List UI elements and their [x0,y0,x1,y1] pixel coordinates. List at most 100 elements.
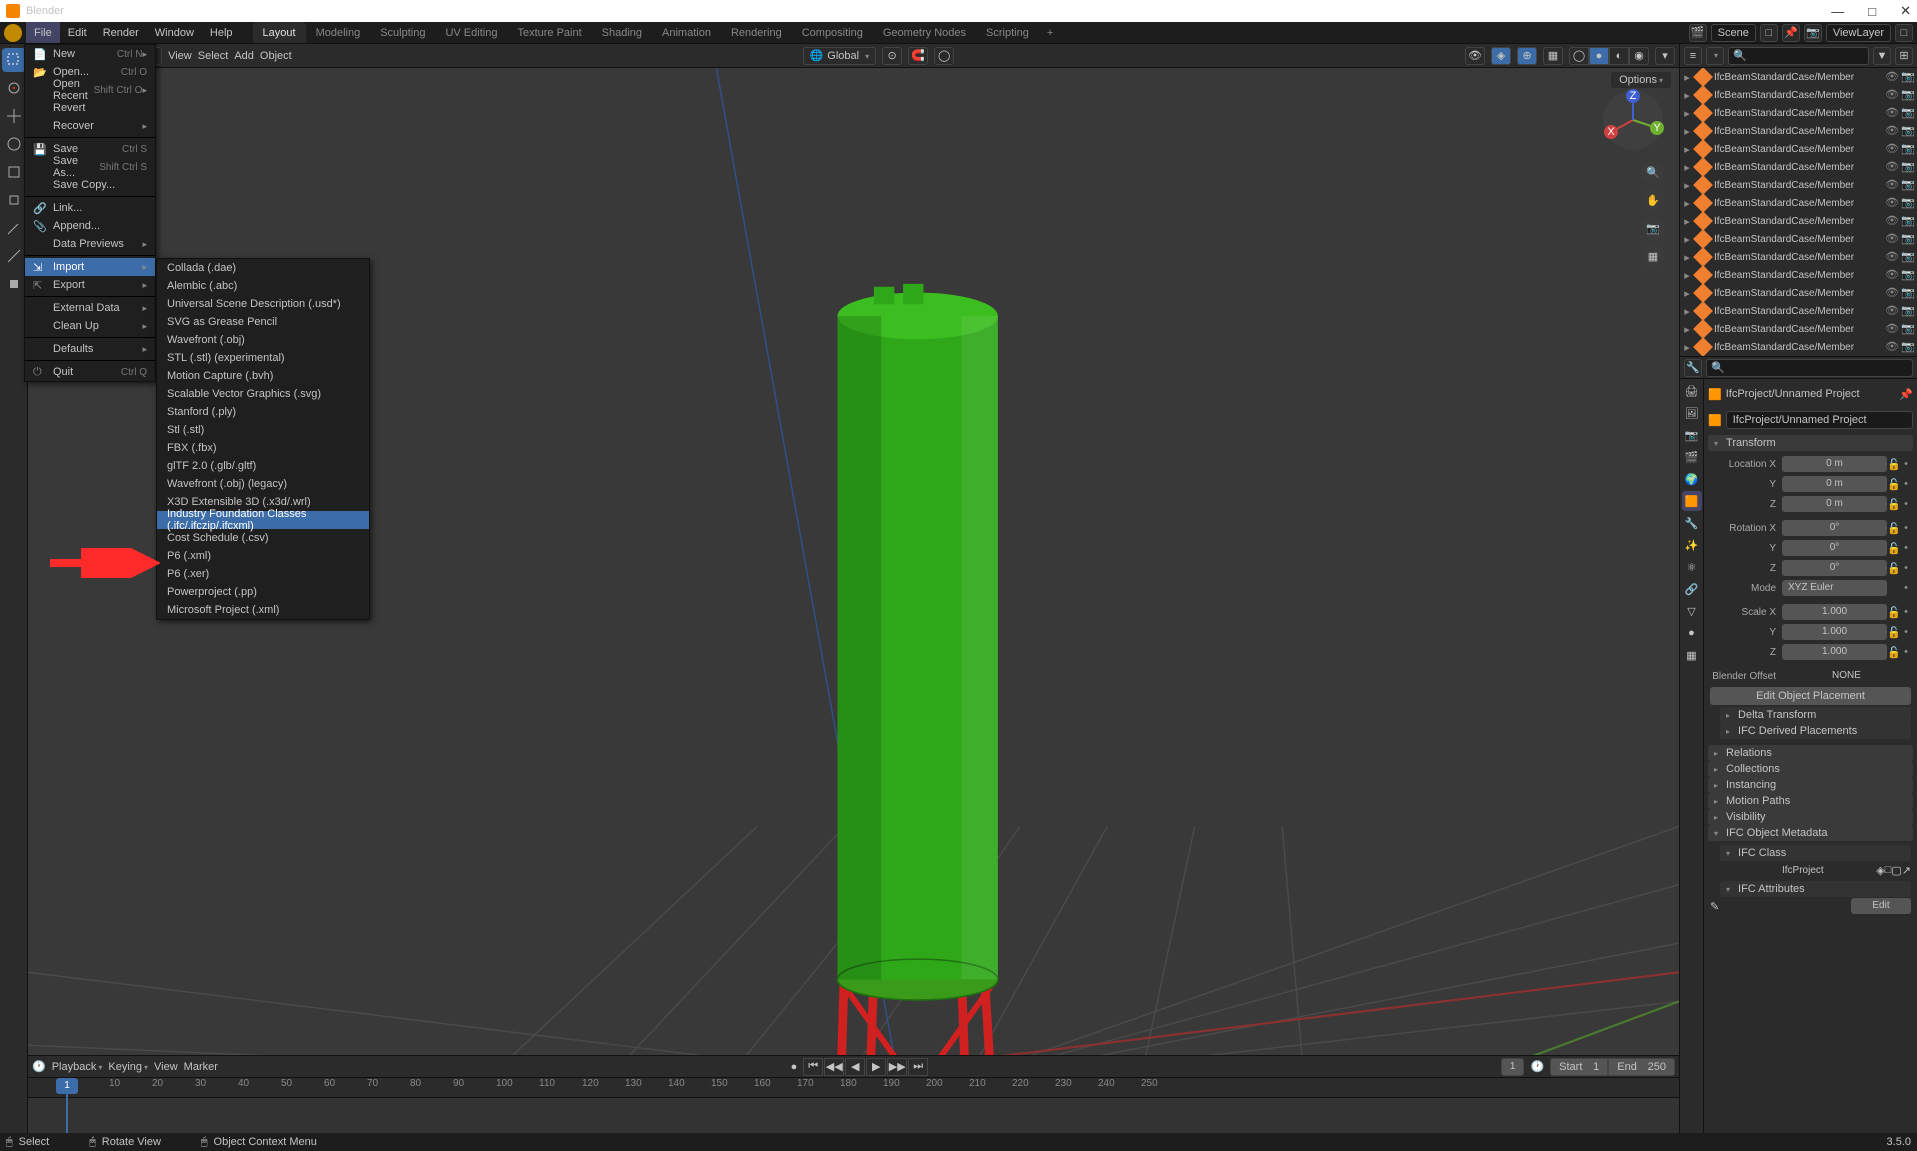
outliner-row[interactable]: ▸IfcBeamStandardCase/Member👁📷 [1680,86,1917,104]
tool-select[interactable] [2,48,26,72]
timeline-track[interactable]: 1102030405060708090100110120130140150160… [28,1078,1679,1133]
minimize-button[interactable]: — [1831,4,1844,19]
maximize-button[interactable]: □ [1868,4,1876,19]
import-menu-item[interactable]: Powerproject (.pp) [157,583,369,601]
outliner-row[interactable]: ▸IfcBeamStandardCase/Member👁📷 [1680,194,1917,212]
import-menu-item[interactable]: Stanford (.ply) [157,403,369,421]
shading-wireframe[interactable]: ◯ [1569,47,1589,65]
nav-gizmo[interactable]: X Y Z [1601,88,1665,152]
nav-zoom-icon[interactable]: 🔍 [1641,160,1665,184]
proptab-data[interactable]: ▽ [1682,601,1702,621]
tool-transform[interactable] [2,188,26,212]
file-menu-item[interactable]: Open RecentShift Ctrl O [25,81,155,99]
file-menu-item[interactable]: Recover [25,117,155,135]
start-frame-field[interactable]: Start 1 [1550,1058,1608,1076]
loc-z[interactable]: 0 m [1782,496,1887,512]
jump-start-button[interactable]: ⏮ [803,1058,823,1076]
import-menu-item[interactable]: Industry Foundation Classes (.ifc/.ifczi… [157,511,369,529]
orientation-dropdown[interactable]: 🌐Global [803,47,877,65]
timeline-editor-type[interactable]: 🕐 [32,1060,46,1073]
select-menu[interactable]: Select [198,50,229,62]
scale-y[interactable]: 1.000 [1782,624,1887,640]
nav-perspective-icon[interactable]: ▦ [1641,244,1665,268]
file-menu-item[interactable]: External Data [25,299,155,317]
timeline-marker-menu[interactable]: Marker [184,1061,218,1073]
file-menu-item[interactable]: ⏻QuitCtrl Q [25,363,155,381]
play-reverse-button[interactable]: ◀ [845,1058,865,1076]
file-menu-item[interactable]: 📎Append... [25,217,155,235]
nav-pan-icon[interactable]: ✋ [1641,188,1665,212]
file-menu-item[interactable]: 📄NewCtrl N [25,45,155,63]
import-menu-item[interactable]: glTF 2.0 (.glb/.gltf) [157,457,369,475]
nav-camera-icon[interactable]: 📷 [1641,216,1665,240]
viewport-options[interactable]: Options [1611,72,1671,88]
proptab-viewlayer[interactable]: 📷 [1682,425,1702,445]
file-menu-item[interactable]: ⇱Export [25,276,155,294]
rot-mode[interactable]: XYZ Euler [1782,580,1887,596]
tab-scripting[interactable]: Scripting [976,22,1039,43]
tool-rotate[interactable] [2,132,26,156]
tool-move[interactable] [2,104,26,128]
frame-lock-icon[interactable]: 🕐 [1530,1060,1544,1073]
panel-delta-transform[interactable]: Delta Transform [1720,707,1911,723]
outliner-display-mode[interactable] [1706,47,1724,65]
outliner-row[interactable]: ▸IfcBeamStandardCase/Member👁📷 [1680,338,1917,356]
outliner-row[interactable]: ▸IfcBeamStandardCase/Member👁📷 [1680,104,1917,122]
viewlayer-name-field[interactable]: ViewLayer [1826,24,1891,42]
tab-shading[interactable]: Shading [592,22,652,43]
outliner-row[interactable]: ▸IfcBeamStandardCase/Member👁📷 [1680,140,1917,158]
outliner-row[interactable]: ▸IfcBeamStandardCase/Member👁📷 [1680,284,1917,302]
outliner-row[interactable]: ▸IfcBeamStandardCase/Member👁📷 [1680,158,1917,176]
tool-annotate[interactable] [2,216,26,240]
outliner-row[interactable]: ▸IfcBeamStandardCase/Member👁📷 [1680,176,1917,194]
loc-x[interactable]: 0 m [1782,456,1887,472]
panel-transform[interactable]: Transform [1708,435,1913,451]
viewlayer-browse-button[interactable]: 📷 [1804,24,1822,42]
import-menu-item[interactable]: Wavefront (.obj) (legacy) [157,475,369,493]
ifc-edit-icon[interactable]: ✎ [1710,900,1719,913]
import-menu-item[interactable]: FBX (.fbx) [157,439,369,457]
file-menu-item[interactable]: Save As...Shift Ctrl S [25,158,155,176]
import-menu-item[interactable]: Alembic (.abc) [157,277,369,295]
proptab-constraints[interactable]: 🔗 [1682,579,1702,599]
autokey-button[interactable]: ● [791,1061,798,1073]
shading-rendered[interactable]: ◉ [1629,47,1649,65]
panel-ifc-metadata[interactable]: IFC Object Metadata [1708,825,1913,841]
visibility-button[interactable]: 👁 [1465,47,1485,65]
tool-measure[interactable] [2,244,26,268]
import-menu-item[interactable]: SVG as Grease Pencil [157,313,369,331]
snap-button[interactable]: 🧲 [908,47,928,65]
tab-layout[interactable]: Layout [253,22,306,43]
proptab-object[interactable]: 🟧 [1682,491,1702,511]
prev-key-button[interactable]: ◀◀ [824,1058,844,1076]
tool-scale[interactable] [2,160,26,184]
menu-edit[interactable]: Edit [60,22,95,43]
outliner-row[interactable]: ▸IfcBeamStandardCase/Member👁📷 [1680,122,1917,140]
import-menu-item[interactable]: Collada (.dae) [157,259,369,277]
import-menu-item[interactable]: Universal Scene Description (.usd*) [157,295,369,313]
menu-help[interactable]: Help [202,22,241,43]
rot-x[interactable]: 0° [1782,520,1887,536]
tab-modeling[interactable]: Modeling [306,22,371,43]
ifc-class-btn1[interactable]: ◈ [1876,864,1884,877]
blender-icon[interactable] [4,24,22,42]
overlay-button[interactable]: ⊕ [1517,47,1537,65]
gizmo-button[interactable]: ◈ [1491,47,1511,65]
file-menu-item[interactable]: Data Previews [25,235,155,253]
outliner-row[interactable]: ▸IfcBeamStandardCase/Member👁📷 [1680,68,1917,86]
tab-animation[interactable]: Animation [652,22,721,43]
proptab-particles[interactable]: ✨ [1682,535,1702,555]
outliner-row[interactable]: ▸IfcBeamStandardCase/Member👁📷 [1680,212,1917,230]
tab-sculpting[interactable]: Sculpting [370,22,435,43]
current-frame-field[interactable]: 1 [1501,1058,1525,1076]
file-menu-item[interactable]: Save Copy... [25,176,155,194]
timeline-view-menu[interactable]: View [154,1061,178,1073]
pivot-button[interactable]: ⊙ [882,47,902,65]
outliner-search[interactable]: 🔍 [1728,47,1869,65]
props-editor-type[interactable]: 🔧 [1684,359,1702,377]
panel-relations[interactable]: Relations [1708,745,1913,761]
timeline-keying-menu[interactable]: Keying [108,1061,148,1073]
playhead[interactable]: 1 [56,1078,78,1094]
proportional-button[interactable]: ◯ [934,47,954,65]
file-menu-item[interactable]: Revert [25,99,155,117]
